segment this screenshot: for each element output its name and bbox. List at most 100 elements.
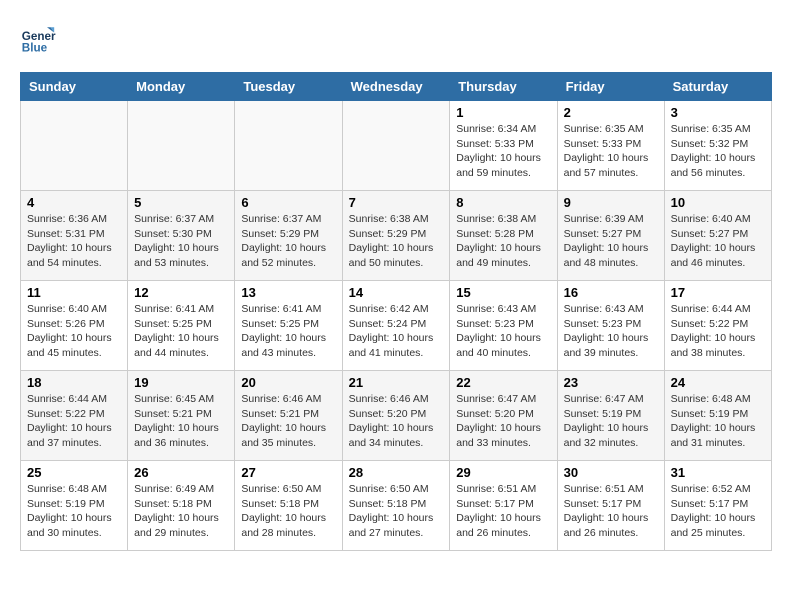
day-number: 7: [349, 195, 444, 210]
day-detail: Sunrise: 6:39 AMSunset: 5:27 PMDaylight:…: [564, 212, 658, 271]
day-number: 18: [27, 375, 121, 390]
day-number: 2: [564, 105, 658, 120]
day-cell: 5 Sunrise: 6:37 AMSunset: 5:30 PMDaylight…: [128, 191, 235, 281]
day-detail: Sunrise: 6:43 AMSunset: 5:23 PMDaylight:…: [564, 302, 658, 361]
day-detail: Sunrise: 6:36 AMSunset: 5:31 PMDaylight:…: [27, 212, 121, 271]
calendar-header-row: SundayMondayTuesdayWednesdayThursdayFrid…: [21, 73, 772, 101]
day-cell: 3 Sunrise: 6:35 AMSunset: 5:32 PMDaylight…: [664, 101, 771, 191]
header-day-friday: Friday: [557, 73, 664, 101]
day-detail: Sunrise: 6:37 AMSunset: 5:29 PMDaylight:…: [241, 212, 335, 271]
day-cell: 14Sunrise: 6:42 AMSunset: 5:24 PMDayligh…: [342, 281, 450, 371]
day-detail: Sunrise: 6:47 AMSunset: 5:20 PMDaylight:…: [456, 392, 550, 451]
day-cell: 8 Sunrise: 6:38 AMSunset: 5:28 PMDaylight…: [450, 191, 557, 281]
day-cell: 25 Sunrise: 6:48 AMSunset: 5:19 PMDayligh…: [21, 461, 128, 551]
day-detail: Sunrise: 6:34 AMSunset: 5:33 PMDaylight:…: [456, 122, 550, 181]
day-cell: 10 Sunrise: 6:40 AMSunset: 5:27 PMDayligh…: [664, 191, 771, 281]
day-number: 15: [456, 285, 550, 300]
week-row-1: 1 Sunrise: 6:34 AMSunset: 5:33 PMDaylight…: [21, 101, 772, 191]
day-cell: 27 Sunrise: 6:50 AMSunset: 5:18 PMDayligh…: [235, 461, 342, 551]
day-detail: Sunrise: 6:46 AMSunset: 5:20 PMDaylight:…: [349, 392, 444, 451]
day-cell: 23 Sunrise: 6:47 AMSunset: 5:19 PMDayligh…: [557, 371, 664, 461]
day-cell: 9 Sunrise: 6:39 AMSunset: 5:27 PMDaylight…: [557, 191, 664, 281]
day-cell: 31 Sunrise: 6:52 AMSunset: 5:17 PMDayligh…: [664, 461, 771, 551]
day-detail: Sunrise: 6:45 AMSunset: 5:21 PMDaylight:…: [134, 392, 228, 451]
day-detail: Sunrise: 6:44 AMSunset: 5:22 PMDaylight:…: [671, 302, 765, 361]
day-cell: 11 Sunrise: 6:40 AMSunset: 5:26 PMDayligh…: [21, 281, 128, 371]
day-number: 27: [241, 465, 335, 480]
day-number: 10: [671, 195, 765, 210]
day-cell: 19 Sunrise: 6:45 AMSunset: 5:21 PMDayligh…: [128, 371, 235, 461]
day-detail: Sunrise: 6:48 AMSunset: 5:19 PMDaylight:…: [27, 482, 121, 541]
day-number: 17: [671, 285, 765, 300]
day-number: 20: [241, 375, 335, 390]
day-detail: Sunrise: 6:40 AMSunset: 5:27 PMDaylight:…: [671, 212, 765, 271]
day-detail: Sunrise: 6:37 AMSunset: 5:30 PMDaylight:…: [134, 212, 228, 271]
day-number: 6: [241, 195, 335, 210]
header-day-thursday: Thursday: [450, 73, 557, 101]
day-number: 3: [671, 105, 765, 120]
calendar-body: 1 Sunrise: 6:34 AMSunset: 5:33 PMDaylight…: [21, 101, 772, 551]
day-cell: [128, 101, 235, 191]
day-detail: Sunrise: 6:50 AMSunset: 5:18 PMDaylight:…: [349, 482, 444, 541]
day-detail: Sunrise: 6:50 AMSunset: 5:18 PMDaylight:…: [241, 482, 335, 541]
header-day-saturday: Saturday: [664, 73, 771, 101]
day-detail: Sunrise: 6:51 AMSunset: 5:17 PMDaylight:…: [456, 482, 550, 541]
day-cell: 1 Sunrise: 6:34 AMSunset: 5:33 PMDaylight…: [450, 101, 557, 191]
day-detail: Sunrise: 6:44 AMSunset: 5:22 PMDaylight:…: [27, 392, 121, 451]
day-number: 28: [349, 465, 444, 480]
day-number: 25: [27, 465, 121, 480]
day-cell: 6 Sunrise: 6:37 AMSunset: 5:29 PMDaylight…: [235, 191, 342, 281]
day-number: 29: [456, 465, 550, 480]
day-cell: 28 Sunrise: 6:50 AMSunset: 5:18 PMDayligh…: [342, 461, 450, 551]
day-cell: 20Sunrise: 6:46 AMSunset: 5:21 PMDayligh…: [235, 371, 342, 461]
day-detail: Sunrise: 6:35 AMSunset: 5:33 PMDaylight:…: [564, 122, 658, 181]
page-header: General Blue: [20, 20, 772, 56]
week-row-2: 4Sunrise: 6:36 AMSunset: 5:31 PMDaylight…: [21, 191, 772, 281]
day-number: 30: [564, 465, 658, 480]
day-detail: Sunrise: 6:49 AMSunset: 5:18 PMDaylight:…: [134, 482, 228, 541]
day-detail: Sunrise: 6:51 AMSunset: 5:17 PMDaylight:…: [564, 482, 658, 541]
day-cell: [342, 101, 450, 191]
day-cell: 29 Sunrise: 6:51 AMSunset: 5:17 PMDayligh…: [450, 461, 557, 551]
day-detail: Sunrise: 6:35 AMSunset: 5:32 PMDaylight:…: [671, 122, 765, 181]
day-detail: Sunrise: 6:48 AMSunset: 5:19 PMDaylight:…: [671, 392, 765, 451]
day-number: 1: [456, 105, 550, 120]
week-row-4: 18 Sunrise: 6:44 AMSunset: 5:22 PMDayligh…: [21, 371, 772, 461]
week-row-3: 11 Sunrise: 6:40 AMSunset: 5:26 PMDayligh…: [21, 281, 772, 371]
header-day-wednesday: Wednesday: [342, 73, 450, 101]
day-detail: Sunrise: 6:38 AMSunset: 5:28 PMDaylight:…: [456, 212, 550, 271]
day-cell: 2 Sunrise: 6:35 AMSunset: 5:33 PMDaylight…: [557, 101, 664, 191]
day-number: 9: [564, 195, 658, 210]
day-detail: Sunrise: 6:40 AMSunset: 5:26 PMDaylight:…: [27, 302, 121, 361]
day-cell: 4Sunrise: 6:36 AMSunset: 5:31 PMDaylight…: [21, 191, 128, 281]
day-number: 22: [456, 375, 550, 390]
day-number: 16: [564, 285, 658, 300]
day-number: 31: [671, 465, 765, 480]
day-detail: Sunrise: 6:47 AMSunset: 5:19 PMDaylight:…: [564, 392, 658, 451]
day-detail: Sunrise: 6:52 AMSunset: 5:17 PMDaylight:…: [671, 482, 765, 541]
day-number: 8: [456, 195, 550, 210]
day-number: 19: [134, 375, 228, 390]
day-number: 21: [349, 375, 444, 390]
day-number: 5: [134, 195, 228, 210]
day-cell: 15 Sunrise: 6:43 AMSunset: 5:23 PMDayligh…: [450, 281, 557, 371]
svg-text:Blue: Blue: [22, 42, 48, 55]
day-cell: 21 Sunrise: 6:46 AMSunset: 5:20 PMDayligh…: [342, 371, 450, 461]
day-number: 13: [241, 285, 335, 300]
day-cell: 13Sunrise: 6:41 AMSunset: 5:25 PMDayligh…: [235, 281, 342, 371]
day-number: 11: [27, 285, 121, 300]
logo: General Blue: [20, 20, 56, 56]
day-cell: 12Sunrise: 6:41 AMSunset: 5:25 PMDayligh…: [128, 281, 235, 371]
day-number: 23: [564, 375, 658, 390]
day-number: 26: [134, 465, 228, 480]
week-row-5: 25 Sunrise: 6:48 AMSunset: 5:19 PMDayligh…: [21, 461, 772, 551]
day-detail: Sunrise: 6:41 AMSunset: 5:25 PMDaylight:…: [134, 302, 228, 361]
day-number: 24: [671, 375, 765, 390]
day-number: 14: [349, 285, 444, 300]
day-cell: [21, 101, 128, 191]
calendar-table: SundayMondayTuesdayWednesdayThursdayFrid…: [20, 72, 772, 551]
day-detail: Sunrise: 6:43 AMSunset: 5:23 PMDaylight:…: [456, 302, 550, 361]
header-day-monday: Monday: [128, 73, 235, 101]
day-cell: 26 Sunrise: 6:49 AMSunset: 5:18 PMDayligh…: [128, 461, 235, 551]
day-cell: [235, 101, 342, 191]
